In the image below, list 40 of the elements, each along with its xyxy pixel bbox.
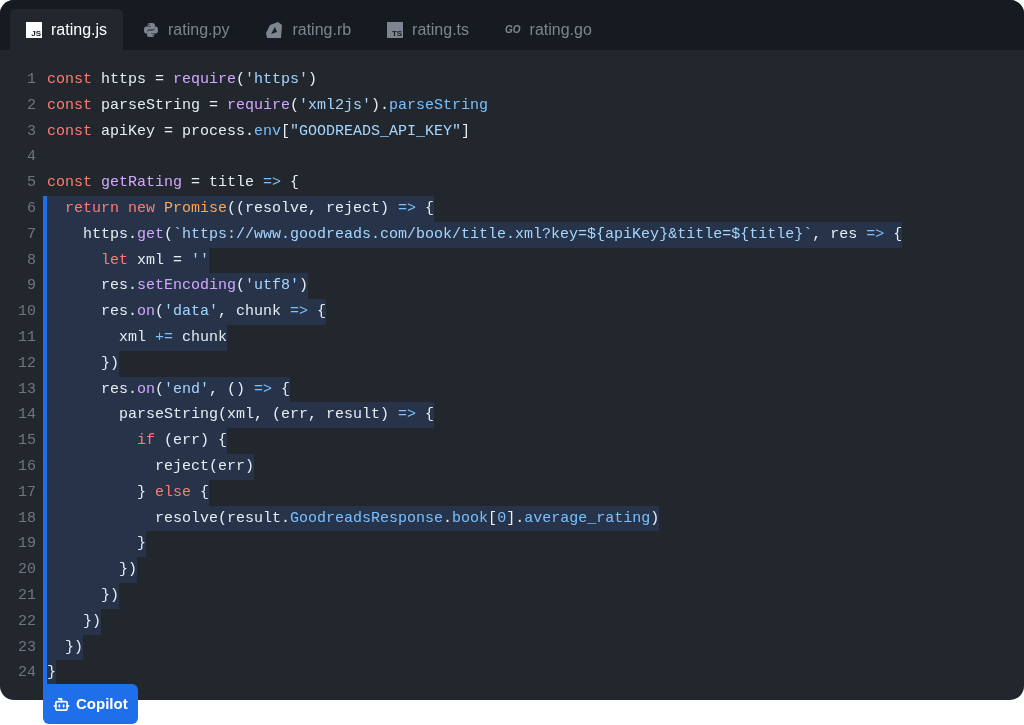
go-file-icon: GO xyxy=(505,24,521,35)
file-tab[interactable]: rating.rb xyxy=(249,9,368,50)
line-number: 21 xyxy=(17,585,36,606)
copilot-icon xyxy=(53,695,70,713)
copilot-button[interactable]: Copilot xyxy=(43,684,138,724)
line-number: 20 xyxy=(17,560,36,581)
line-number: 12 xyxy=(17,353,36,374)
line-number: 13 xyxy=(17,379,36,400)
file-tab[interactable]: JS rating.js xyxy=(10,9,124,50)
js-file-icon: JS xyxy=(26,21,42,38)
line-number: 23 xyxy=(17,637,36,658)
line-number: 3 xyxy=(26,121,36,142)
line-number: 10 xyxy=(17,302,36,323)
line-number: 7 xyxy=(26,224,36,245)
code-line: const parseString = require('xml2js').parseString xyxy=(47,95,489,116)
line-number: 19 xyxy=(17,534,36,555)
line-number: 24 xyxy=(17,663,36,684)
line-number: 8 xyxy=(26,250,36,271)
line-number: 9 xyxy=(26,276,36,297)
line-number: 1 xyxy=(26,70,36,90)
line-number: 11 xyxy=(17,327,36,348)
file-tab[interactable]: rating.py xyxy=(127,9,246,50)
line-number: 16 xyxy=(17,456,36,477)
file-tab[interactable]: GO rating.go xyxy=(489,9,608,50)
file-tab[interactable]: TS rating.ts xyxy=(371,9,486,50)
code-line: const https = require('https') xyxy=(47,70,318,90)
line-number: 17 xyxy=(17,482,36,503)
line-number: 2 xyxy=(26,95,36,116)
line-number: 5 xyxy=(26,173,36,194)
gem-icon xyxy=(265,20,284,39)
ts-file-icon: TS xyxy=(387,21,404,38)
code-line: const apiKey = process.env["GOODREADS_API_KEY"] xyxy=(47,121,471,142)
line-number: 4 xyxy=(26,147,36,168)
line-number: 14 xyxy=(17,405,36,426)
code-line: const getRating = title => { xyxy=(47,173,300,194)
line-number: 22 xyxy=(17,611,36,632)
line-number: 18 xyxy=(17,508,36,529)
line-number: 15 xyxy=(17,431,36,452)
python-icon xyxy=(143,21,160,38)
line-number: 6 xyxy=(26,199,36,219)
